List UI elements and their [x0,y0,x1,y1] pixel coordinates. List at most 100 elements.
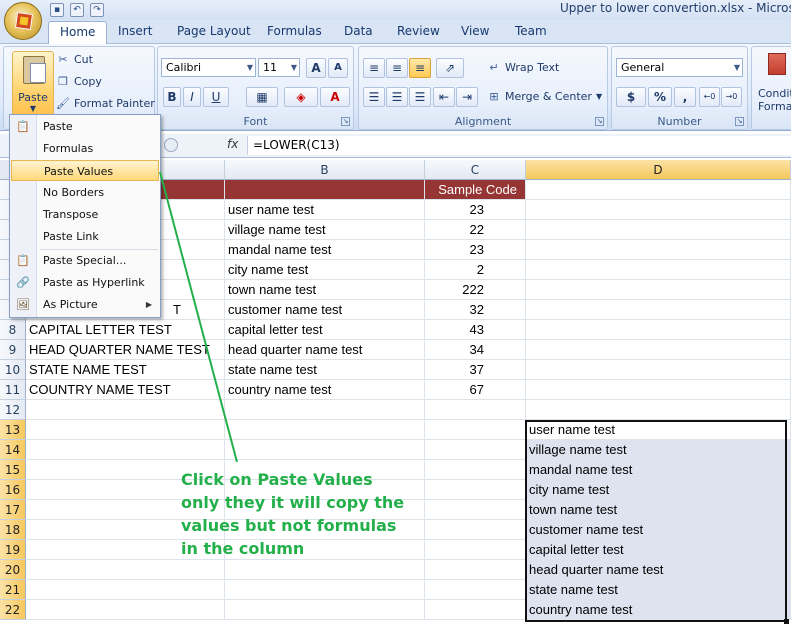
menu-item-as-picture[interactable]: 🖼 As Picture ▶ [11,294,159,315]
row-header[interactable]: 13 [0,420,26,440]
cell-d[interactable] [526,400,791,420]
cell-a[interactable] [26,400,225,420]
menu-item-paste-link[interactable]: Paste Link [11,226,159,247]
cell-d[interactable]: village name test [526,440,791,460]
menu-item-transpose[interactable]: Transpose [11,204,159,225]
menu-item-paste-as-hyperlink[interactable]: 🔗 Paste as Hyperlink [11,272,159,293]
tab-page-layout[interactable]: Page Layout [177,24,251,38]
column-header-c[interactable]: C [425,160,526,180]
office-button[interactable] [4,2,42,40]
cell-d[interactable] [526,200,791,220]
row-header[interactable]: 18 [0,520,26,540]
cell-a[interactable] [26,580,225,600]
row-header[interactable]: 10 [0,360,26,380]
underline-button[interactable]: U [203,87,229,107]
dialog-launcher-icon[interactable]: ↘ [341,117,350,126]
cell-c[interactable] [425,560,526,580]
cell-d[interactable] [526,300,791,320]
grow-font-button[interactable]: A [306,58,326,78]
increase-indent-button[interactable]: ⇥ [456,87,478,107]
cell-a[interactable]: COUNTRY NAME TEST [26,380,225,400]
cell-b[interactable]: capital letter test [225,320,425,340]
cell-d[interactable]: state name test [526,580,791,600]
menu-item-paste[interactable]: 📋 Paste [11,116,159,137]
wrap-text-button[interactable]: ↵ Wrap Text [487,61,559,74]
tab-formulas[interactable]: Formulas [267,24,322,38]
cell-b[interactable] [225,400,425,420]
comma-button[interactable]: , [674,87,696,107]
row-header[interactable]: 12 [0,400,26,420]
row-header[interactable]: 16 [0,480,26,500]
copy-button[interactable]: ❐ Copy [56,75,102,88]
cell-d[interactable]: city name test [526,480,791,500]
row-header[interactable]: 17 [0,500,26,520]
cell-b[interactable] [225,600,425,620]
cell-d[interactable]: country name test [526,600,791,620]
row-header[interactable]: 9 [0,340,26,360]
undo-icon[interactable]: ↶ [70,3,84,17]
cell-c[interactable] [425,460,526,480]
cell-d[interactable] [526,280,791,300]
cell-a[interactable] [26,420,225,440]
cell-a[interactable] [26,600,225,620]
cell-b[interactable]: city name test [225,260,425,280]
cell-c[interactable] [425,600,526,620]
cell-d[interactable]: customer name test [526,520,791,540]
cell-b[interactable]: town name test [225,280,425,300]
cell-d1[interactable] [526,180,791,200]
font-size-select[interactable]: 11 ▼ [258,58,300,77]
cell-c[interactable]: 23 [425,200,526,220]
name-box-control[interactable] [164,138,178,152]
cell-b[interactable]: country name test [225,380,425,400]
cell-c[interactable] [425,480,526,500]
increase-decimal-button[interactable]: ←0 [699,87,720,107]
cell-b[interactable]: mandal name test [225,240,425,260]
bold-button[interactable]: B [163,87,181,107]
merge-center-button[interactable]: ⊞ Merge & Center ▼ [487,90,602,103]
align-middle-button[interactable]: ≡ [386,58,408,78]
cell-c1[interactable]: Sample Code [425,180,526,200]
percent-button[interactable]: % [648,87,672,107]
cell-c[interactable] [425,540,526,560]
cell-d[interactable]: user name test [526,420,791,440]
redo-icon[interactable]: ↷ [90,3,104,17]
cell-d[interactable] [526,260,791,280]
formula-input[interactable]: =LOWER(C13) [247,136,791,155]
dialog-launcher-icon[interactable]: ↘ [595,117,604,126]
font-color-button[interactable]: A [320,87,350,107]
cell-c[interactable]: 222 [425,280,526,300]
decrease-indent-button[interactable]: ⇤ [433,87,455,107]
cell-d[interactable] [526,360,791,380]
menu-item-paste-values[interactable]: Paste Values [11,160,159,181]
cell-c[interactable]: 67 [425,380,526,400]
cell-a[interactable] [26,440,225,460]
cell-c[interactable]: 37 [425,360,526,380]
cell-d[interactable]: head quarter name test [526,560,791,580]
cell-c[interactable] [425,580,526,600]
format-painter-button[interactable]: 🖌 Format Painter [56,97,155,110]
cell-d[interactable] [526,340,791,360]
align-bottom-button[interactable]: ≡ [409,58,431,78]
tab-review[interactable]: Review [397,24,440,38]
cell-b[interactable] [225,580,425,600]
tab-home[interactable]: Home [48,21,108,45]
cell-a[interactable] [26,560,225,580]
cell-d[interactable] [526,220,791,240]
decrease-decimal-button[interactable]: →0 [721,87,742,107]
align-center-button[interactable]: ☰ [386,87,408,107]
align-left-button[interactable]: ☰ [363,87,385,107]
cell-c[interactable] [425,520,526,540]
cell-b[interactable]: village name test [225,220,425,240]
cell-c[interactable] [425,440,526,460]
cell-b[interactable] [225,440,425,460]
tab-team[interactable]: Team [515,24,547,38]
insert-function-icon[interactable]: fx [227,137,238,151]
row-header[interactable]: 21 [0,580,26,600]
borders-button[interactable]: ▦ [246,87,278,107]
align-right-button[interactable]: ☰ [409,87,431,107]
cell-c[interactable]: 22 [425,220,526,240]
column-header-d[interactable]: D [526,160,791,180]
row-header[interactable]: 19 [0,540,26,560]
cell-a[interactable]: HEAD QUARTER NAME TEST [26,340,225,360]
cell-b[interactable]: state name test [225,360,425,380]
